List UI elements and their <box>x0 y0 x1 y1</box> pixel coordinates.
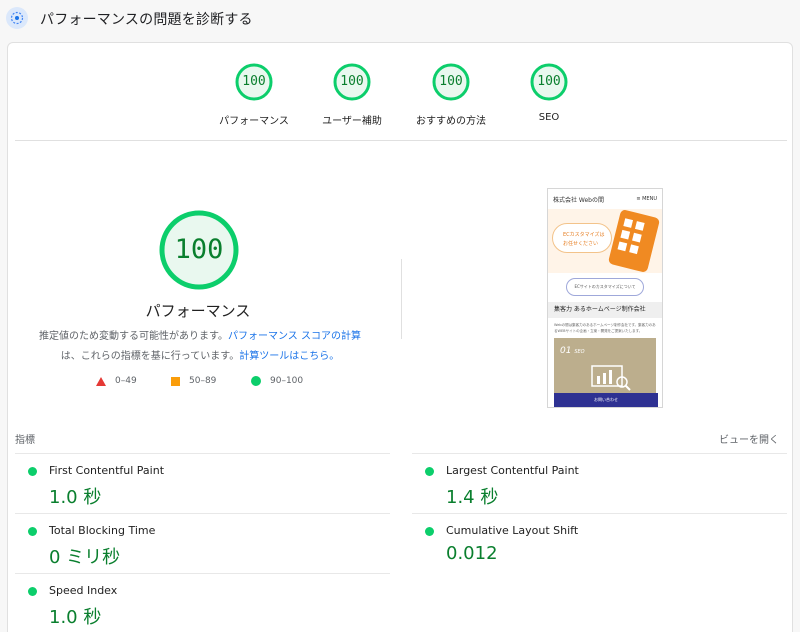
good-circle-icon <box>425 467 434 476</box>
metric-name: Largest Contentful Paint <box>446 464 579 477</box>
metric-speed-index: Speed Index 1.0 秒 <box>15 573 390 632</box>
legend-good: 90–100 <box>251 376 303 386</box>
page-header: パフォーマンスの問題を診断する <box>0 0 800 36</box>
thumb-hero-line2: お任せください <box>563 241 599 247</box>
metric-value: 1.0 秒 <box>49 487 102 508</box>
score-ring: 100 <box>432 63 470 101</box>
thumb-seo-sub: SEO <box>574 349 585 355</box>
performance-score-value: 100 <box>174 234 224 265</box>
page-title: パフォーマンスの問題を診断する <box>40 12 253 28</box>
score-legend: 0–49 50–89 90–100 <box>96 376 336 390</box>
circle-icon <box>251 376 261 386</box>
gauge-label: ユーザー補助 <box>322 116 382 127</box>
gauge-label: SEO <box>538 112 560 123</box>
calculator-link[interactable]: 計算ツールはこちら。 <box>239 351 339 362</box>
good-circle-icon <box>28 587 37 596</box>
thumb-bubble: ECカスタマイズは お任せください <box>552 223 612 253</box>
good-circle-icon <box>425 527 434 536</box>
thumb-button: ECサイトのカスタマイズについて <box>566 278 644 296</box>
good-circle-icon <box>28 527 37 536</box>
thumb-seo-image: 01 SEO <box>554 338 656 396</box>
thumb-section-title: 集客力 あるホームページ制作会社 <box>548 302 662 318</box>
vertical-divider <box>401 259 402 339</box>
thumb-body-text: Webの間は集客力のあるホームページ制作会社です。集客力のあるWEBサイトの企画… <box>554 323 656 333</box>
gauge-label: パフォーマンス <box>219 116 289 127</box>
good-circle-icon <box>28 467 37 476</box>
metric-tbt: Total Blocking Time 0 ミリ秒 <box>15 513 390 573</box>
metric-name: Speed Index <box>49 584 118 597</box>
metric-value: 1.0 秒 <box>49 607 102 628</box>
gauge-best-practices[interactable]: 100 おすすめの方法 <box>401 63 501 127</box>
thumb-hero-line1: ECカスタマイズは <box>563 232 605 238</box>
chart-magnifier-icon <box>591 365 631 391</box>
thumb-brand: 株式会社 Webの間 <box>553 196 604 204</box>
legend-average-label: 50–89 <box>189 376 217 386</box>
gauge-seo[interactable]: 100 SEO <box>499 63 599 123</box>
score-ring: 100 <box>333 63 371 101</box>
score-value: 100 <box>340 74 364 89</box>
category-gauges: 100 パフォーマンス 100 ユーザー補助 100 おすすめの方法 100 S… <box>8 63 794 143</box>
triangle-icon <box>96 376 106 386</box>
page-screenshot-thumbnail: 株式会社 Webの間 ≡ MENU ECカスタマイズは お任せください ECサイ… <box>547 188 663 408</box>
legend-poor-label: 0–49 <box>115 376 137 386</box>
score-value: 100 <box>439 74 463 89</box>
score-ring: 100 <box>235 63 273 101</box>
score-ring: 100 <box>530 63 568 101</box>
metrics-label: 指標 <box>15 435 35 446</box>
report-card: 100 パフォーマンス 100 ユーザー補助 100 おすすめの方法 100 S… <box>7 42 793 632</box>
metric-value: 0.012 <box>446 543 498 564</box>
square-icon <box>171 376 180 386</box>
gauge-label: おすすめの方法 <box>416 116 486 127</box>
legend-poor: 0–49 <box>96 376 137 386</box>
metric-lcp: Largest Contentful Paint 1.4 秒 <box>412 453 787 513</box>
metric-fcp: First Contentful Paint 1.0 秒 <box>15 453 390 513</box>
legend-good-label: 90–100 <box>270 376 304 386</box>
metric-value: 0 ミリ秒 <box>49 547 121 568</box>
thumb-seo-label: 01 SEO <box>560 346 585 356</box>
metric-name: Total Blocking Time <box>49 524 156 537</box>
score-calc-link[interactable]: パフォーマンス スコアの計算 <box>228 331 361 342</box>
desc-text: は、これらの指標を基に行っています。 <box>60 351 240 362</box>
performance-title: パフォーマンス <box>145 302 251 320</box>
legend-average: 50–89 <box>171 376 216 386</box>
thumb-menu: ≡ MENU <box>636 196 657 202</box>
lighthouse-icon <box>6 7 28 29</box>
performance-description: 推定値のため変動する可能性があります。パフォーマンス スコアの計算 は、これらの… <box>30 327 370 367</box>
metric-value: 1.4 秒 <box>446 487 499 508</box>
gauge-accessibility[interactable]: 100 ユーザー補助 <box>302 63 402 127</box>
thumb-header: 株式会社 Webの間 ≡ MENU <box>548 189 662 209</box>
score-value: 100 <box>242 74 266 89</box>
expand-view-toggle[interactable]: ビューを開く <box>719 431 779 446</box>
metric-name: First Contentful Paint <box>49 464 165 477</box>
section-divider <box>15 140 787 141</box>
thumb-seo-number: 01 <box>560 346 572 356</box>
gauge-performance[interactable]: 100 パフォーマンス <box>204 63 304 127</box>
performance-score-gauge: 100 <box>158 209 240 291</box>
desc-text: 推定値のため変動する可能性があります。 <box>39 331 228 342</box>
thumb-hero: ECカスタマイズは お任せください <box>548 208 662 274</box>
metric-cls: Cumulative Layout Shift 0.012 <box>412 513 787 573</box>
score-value: 100 <box>537 74 561 89</box>
metric-name: Cumulative Layout Shift <box>446 524 579 537</box>
thumb-footer: お問い合わせ <box>554 393 658 407</box>
thumb-phone-illustration <box>607 208 661 274</box>
